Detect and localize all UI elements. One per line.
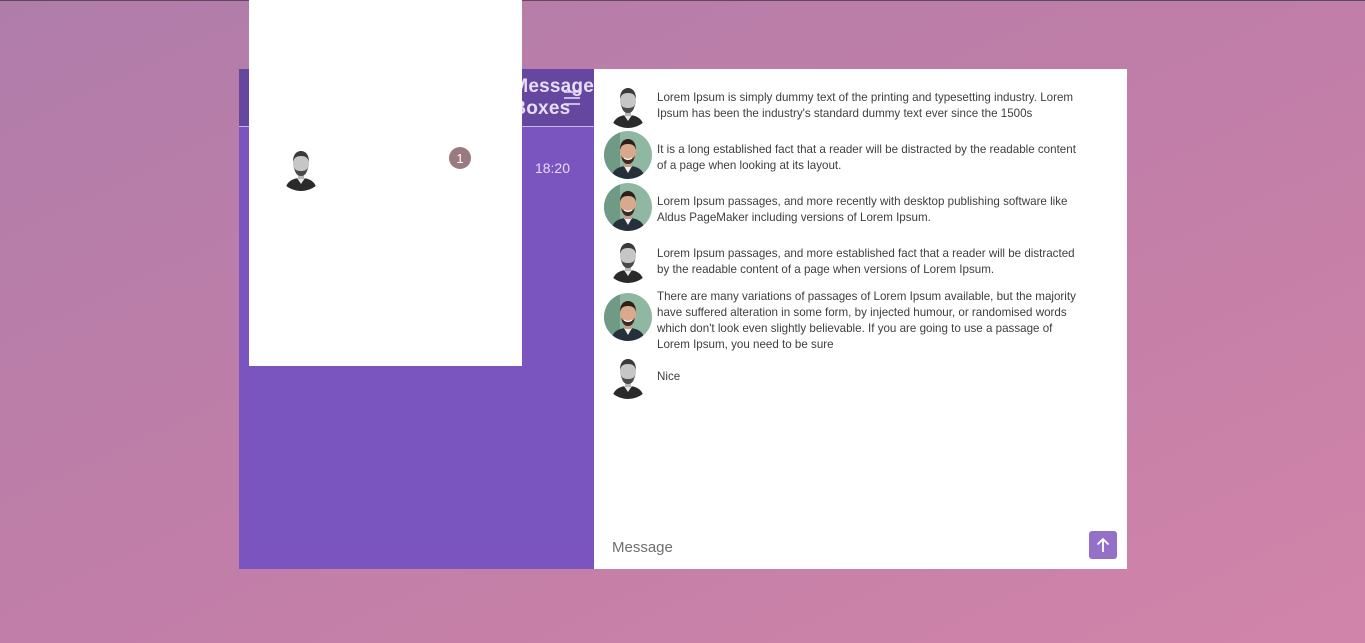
message-text: Lorem Ipsum is simply dummy text of the … <box>657 91 1074 120</box>
message-composer <box>594 525 1127 569</box>
sidebar-header: Message Boxes <box>239 0 594 366</box>
arrow-up-icon <box>1096 537 1110 553</box>
message-item: It is a long established fact that a rea… <box>604 131 1077 179</box>
contact-last-message: Yusuf: Nice <box>343 173 404 187</box>
send-button[interactable] <box>1089 531 1117 559</box>
hamburger-menu-icon[interactable] <box>563 90 581 106</box>
unread-count-badge: 1 <box>449 147 471 169</box>
message-item: Lorem Ipsum is simply dummy text of the … <box>604 80 1077 128</box>
messenger-app: Message Boxes Yusuf Tekin 1 Yusuf: Nice … <box>239 0 1127 569</box>
avatar <box>604 131 652 179</box>
message-item: There are many variations of passages of… <box>604 290 1077 353</box>
message-text: There are many variations of passages of… <box>657 290 1076 351</box>
message-text: Lorem Ipsum passages, and more establish… <box>657 247 1075 276</box>
chat-panel: Lorem Ipsum is simply dummy text of the … <box>594 69 1127 569</box>
avatar <box>604 80 652 128</box>
avatar <box>604 293 652 341</box>
sidebar: Message Boxes Yusuf Tekin 1 Yusuf: Nice … <box>239 0 594 569</box>
avatar <box>604 235 652 283</box>
sidebar-title: Message Boxes <box>512 75 594 119</box>
contact-time: 18:20 <box>534 160 570 176</box>
message-item: Nice <box>604 351 1077 399</box>
message-text: Nice <box>657 370 681 383</box>
contact-name: Yusuf Tekin <box>343 150 438 169</box>
message-item: Lorem Ipsum passages, and more recently … <box>604 183 1077 231</box>
contact-item-yusuf-tekin[interactable]: Yusuf Tekin 1 Yusuf: Nice 18:20 <box>239 127 594 209</box>
avatar <box>604 351 652 399</box>
message-input[interactable] <box>610 533 1074 561</box>
contact-avatar <box>277 143 325 191</box>
top-border-line <box>0 0 1365 1</box>
message-item: Lorem Ipsum passages, and more establish… <box>604 235 1077 283</box>
message-text: It is a long established fact that a rea… <box>657 143 1076 172</box>
message-text: Lorem Ipsum passages, and more recently … <box>657 195 1068 224</box>
avatar <box>604 183 652 231</box>
